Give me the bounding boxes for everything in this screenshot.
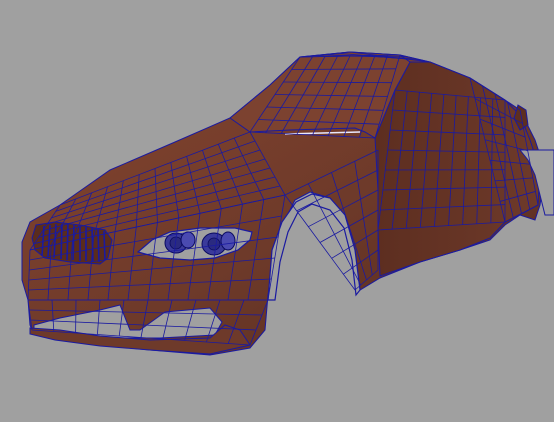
3d-viewport[interactable] xyxy=(0,0,554,422)
car-mesh[interactable] xyxy=(0,0,554,422)
cabin-side-panel xyxy=(374,61,541,277)
